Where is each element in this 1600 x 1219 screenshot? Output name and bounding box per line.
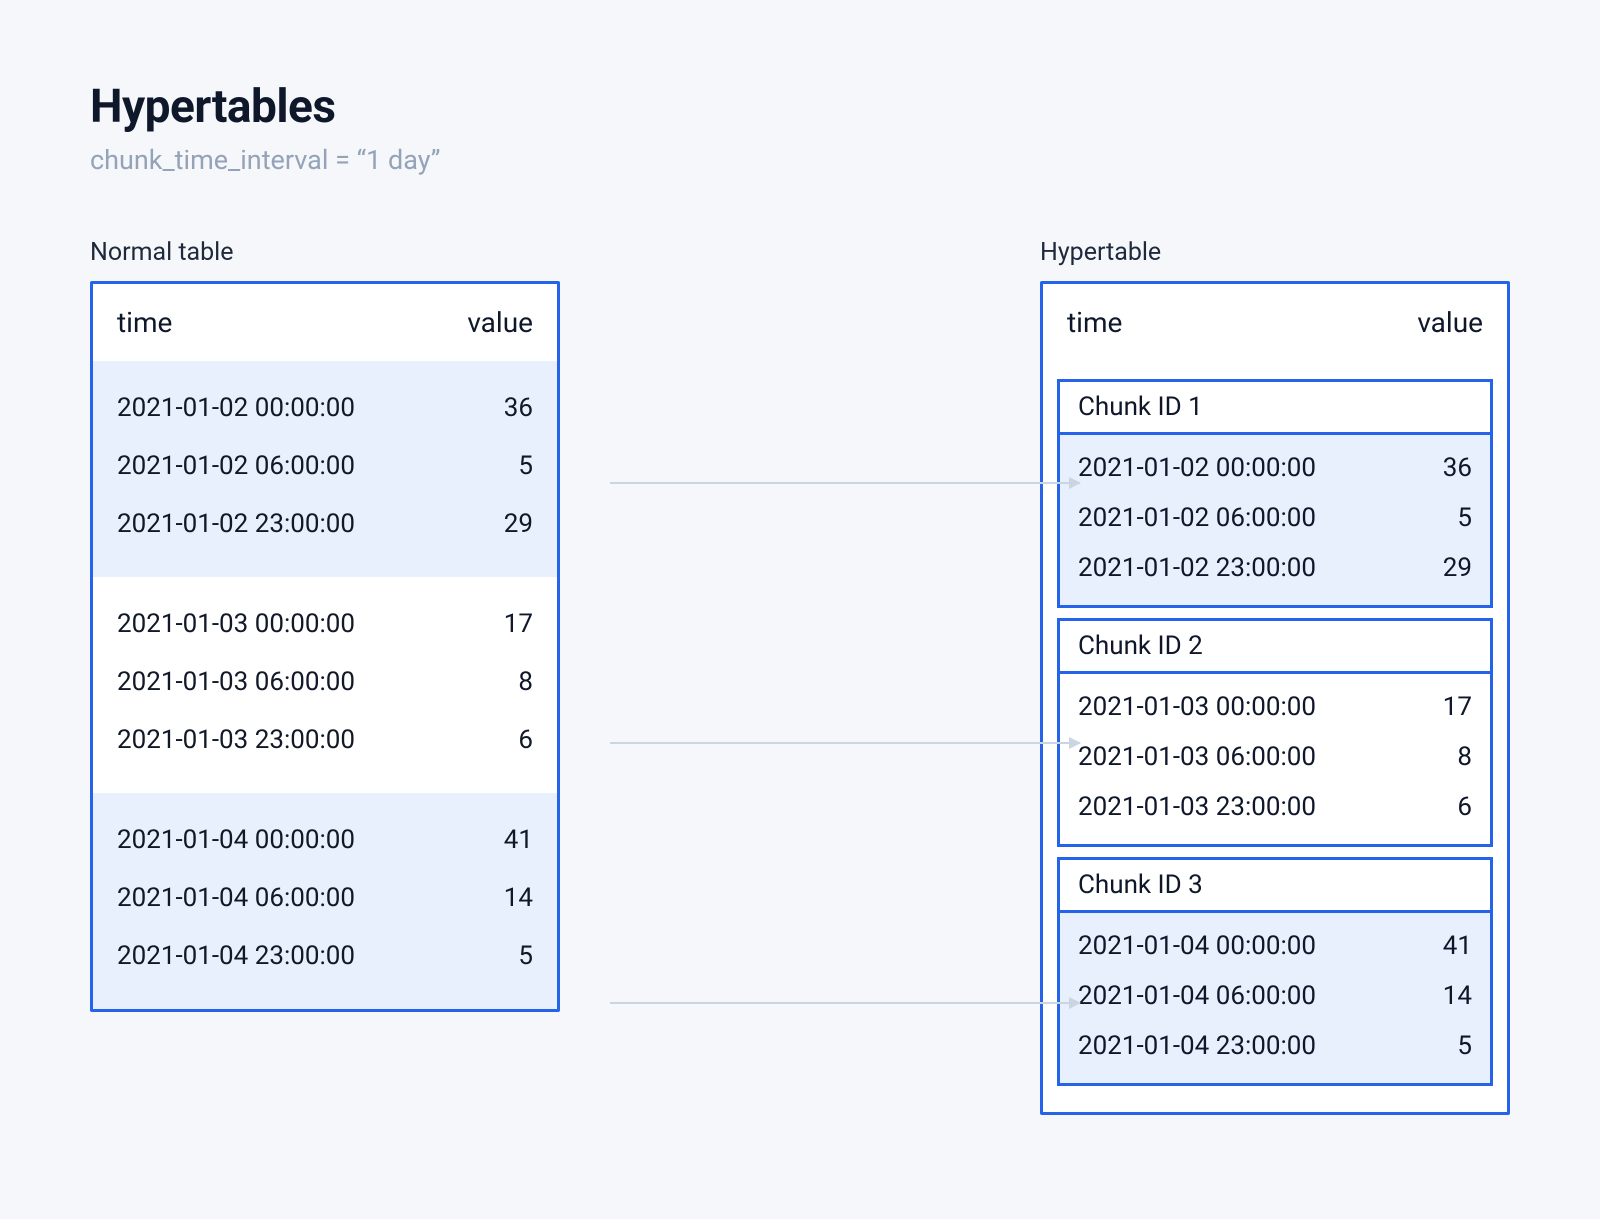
hypertable-header: time value [1043, 284, 1507, 361]
cell-time: 2021-01-02 06:00:00 [117, 451, 355, 481]
cell-value: 36 [473, 393, 533, 423]
normal-table: time value 2021-01-02 00:00:00362021-01-… [90, 281, 560, 1012]
normal-table-label: Normal table [90, 238, 560, 267]
cell-time: 2021-01-03 06:00:00 [117, 667, 355, 697]
cell-time: 2021-01-03 00:00:00 [117, 609, 355, 639]
table-group: 2021-01-03 00:00:00 17 2021-01-03 06:00:00… [93, 577, 557, 793]
cell-time: 2021-01-04 06:00:00 [117, 883, 355, 913]
hypertable-column: Hypertable time value Chunk ID 1 2021-01-… [1040, 238, 1510, 1115]
table-row: 2021-01-03 23:00:00 6 [1078, 782, 1472, 832]
cell-value: 8 [473, 667, 533, 697]
table-row: 2021-01-03 00:00:00 17 [1078, 682, 1472, 732]
cell-value: 5 [1457, 503, 1472, 533]
chunk: Chunk ID 12021-01-02 00:00:00362021-01-0… [1057, 379, 1493, 608]
cell-time: 2021-01-03 06:00:00 [1078, 742, 1316, 772]
arrow-icon [610, 1002, 1080, 1004]
cell-value: 5 [473, 941, 533, 971]
table-row: 2021-01-04 00:00:00 41 [1078, 921, 1472, 971]
table-row: 2021-01-02 06:00:00 5 [117, 437, 533, 495]
cell-value: 8 [1457, 742, 1472, 772]
chunk: Chunk ID 32021-01-04 00:00:00412021-01-0… [1057, 857, 1493, 1086]
table-group: 2021-01-02 00:00:00 36 2021-01-02 06:00:00… [93, 361, 557, 577]
arrow-icon [610, 482, 1080, 484]
chunk-body: 2021-01-03 00:00:00 17 2021-01-03 06:00:00… [1060, 674, 1490, 844]
page-title: Hypertables [90, 80, 1510, 134]
cell-value: 36 [1443, 453, 1472, 483]
cell-time: 2021-01-02 23:00:00 [1078, 553, 1316, 583]
cell-time: 2021-01-04 00:00:00 [117, 825, 355, 855]
table-row: 2021-01-03 06:00:00 8 [1078, 732, 1472, 782]
arrow-icon [610, 742, 1080, 744]
table-group: 2021-01-04 00:00:00 41 2021-01-04 06:00:00… [93, 793, 557, 1009]
table-row: 2021-01-03 06:00:00 8 [117, 653, 533, 711]
cell-value: 6 [1457, 792, 1472, 822]
cell-value: 14 [473, 883, 533, 913]
chunk-body: 2021-01-04 00:00:00 41 2021-01-04 06:00:00… [1060, 913, 1490, 1083]
normal-table-header: time value [93, 284, 557, 361]
cell-time: 2021-01-04 00:00:00 [1078, 931, 1316, 961]
cell-time: 2021-01-02 00:00:00 [117, 393, 355, 423]
chunk-title: Chunk ID 1 [1060, 382, 1490, 435]
cell-value: 6 [473, 725, 533, 755]
cell-value: 29 [1443, 553, 1472, 583]
chunk-title: Chunk ID 2 [1060, 621, 1490, 674]
cell-value: 5 [473, 451, 533, 481]
cell-time: 2021-01-04 06:00:00 [1078, 981, 1316, 1011]
chunk: Chunk ID 22021-01-03 00:00:00172021-01-0… [1057, 618, 1493, 847]
column-header-time: time [1067, 306, 1122, 339]
page-subtitle: chunk_time_interval = “1 day” [90, 144, 1510, 176]
table-row: 2021-01-02 23:00:00 29 [117, 495, 533, 553]
table-row: 2021-01-04 23:00:00 5 [1078, 1021, 1472, 1071]
hypertable-label: Hypertable [1040, 238, 1510, 267]
column-header-time: time [117, 306, 172, 339]
cell-time: 2021-01-02 23:00:00 [117, 509, 355, 539]
table-row: 2021-01-03 00:00:00 17 [117, 595, 533, 653]
table-row: 2021-01-04 00:00:00 41 [117, 811, 533, 869]
cell-value: 41 [473, 825, 533, 855]
hypertable: time value Chunk ID 1 2021-01-02 00:00:00… [1040, 281, 1510, 1115]
normal-table-column: Normal table time value 2021-01-02 00:00… [90, 238, 560, 1115]
mapping-arrows [580, 282, 1100, 1159]
cell-time: 2021-01-03 00:00:00 [1078, 692, 1316, 722]
table-row: 2021-01-02 06:00:00 5 [1078, 493, 1472, 543]
column-header-value: value [1417, 306, 1483, 339]
cell-time: 2021-01-03 23:00:00 [1078, 792, 1316, 822]
chunk-body: 2021-01-02 00:00:00 36 2021-01-02 06:00:00… [1060, 435, 1490, 605]
cell-time: 2021-01-03 23:00:00 [117, 725, 355, 755]
table-row: 2021-01-02 00:00:00 36 [1078, 443, 1472, 493]
chunk-title: Chunk ID 3 [1060, 860, 1490, 913]
table-row: 2021-01-02 23:00:00 29 [1078, 543, 1472, 593]
cell-time: 2021-01-04 23:00:00 [1078, 1031, 1316, 1061]
cell-time: 2021-01-02 06:00:00 [1078, 503, 1316, 533]
column-header-value: value [467, 306, 533, 339]
cell-value: 5 [1457, 1031, 1472, 1061]
cell-value: 17 [1443, 692, 1472, 722]
cell-value: 41 [1443, 931, 1472, 961]
cell-time: 2021-01-04 23:00:00 [117, 941, 355, 971]
table-row: 2021-01-04 06:00:00 14 [117, 869, 533, 927]
table-row: 2021-01-03 23:00:00 6 [117, 711, 533, 769]
cell-value: 14 [1443, 981, 1472, 1011]
table-row: 2021-01-04 06:00:00 14 [1078, 971, 1472, 1021]
table-row: 2021-01-02 00:00:00 36 [117, 379, 533, 437]
cell-time: 2021-01-02 00:00:00 [1078, 453, 1316, 483]
table-row: 2021-01-04 23:00:00 5 [117, 927, 533, 985]
cell-value: 29 [473, 509, 533, 539]
cell-value: 17 [473, 609, 533, 639]
